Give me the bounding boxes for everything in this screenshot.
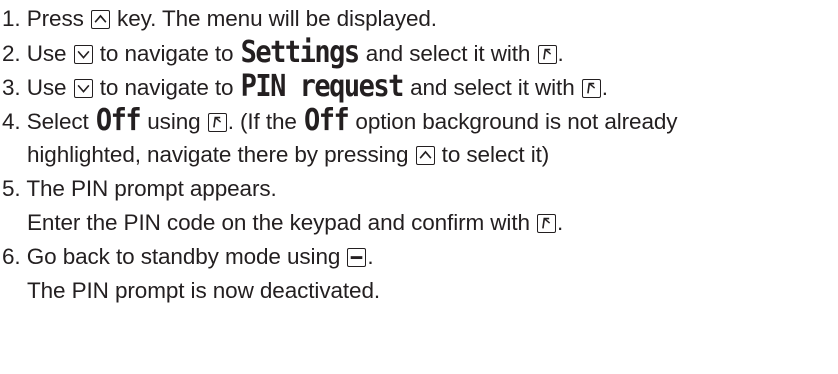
menu-item-label: Off bbox=[95, 103, 142, 138]
ok-select-key-icon bbox=[207, 113, 227, 132]
step-text: Enter the PIN code on the keypad and con… bbox=[27, 210, 537, 235]
step-text: highlighted, navigate there by pressing bbox=[27, 142, 415, 167]
step-1: 1. Press key. The menu will be displayed… bbox=[0, 2, 838, 36]
step-text: using bbox=[141, 109, 207, 134]
step-text: . bbox=[367, 244, 374, 269]
step-text: and select it with bbox=[403, 75, 581, 100]
step-text: to navigate to bbox=[93, 75, 240, 100]
step-4-continuation: highlighted, navigate there by pressing … bbox=[0, 138, 838, 172]
step-number: 6. bbox=[2, 244, 21, 269]
step-4: 4. Select Off using . (If the Off option… bbox=[0, 103, 838, 138]
step-number: 3. bbox=[2, 75, 21, 100]
step-6: 6. Go back to standby mode using . bbox=[0, 240, 838, 274]
step-text: Press bbox=[20, 6, 90, 31]
step-number: 2. bbox=[2, 41, 21, 66]
menu-item-label: Settings bbox=[240, 35, 361, 70]
step-text: Use bbox=[20, 41, 73, 66]
step-2: 2. Use to navigate to Settings and selec… bbox=[0, 35, 838, 70]
step-3: 3. Use to navigate to PIN request and se… bbox=[0, 69, 838, 104]
ok-select-key-icon bbox=[581, 79, 601, 98]
step-text: The PIN prompt is now deactivated. bbox=[27, 278, 381, 303]
ok-select-key-icon bbox=[537, 214, 557, 233]
instruction-document: 1. Press key. The menu will be displayed… bbox=[0, 0, 838, 374]
step-text: . bbox=[557, 210, 564, 235]
step-text: key. The menu will be displayed. bbox=[110, 6, 437, 31]
step-text: . bbox=[601, 75, 608, 100]
up-arrow-key-icon bbox=[415, 146, 435, 165]
step-number: 5. bbox=[2, 176, 21, 201]
step-5: 5. The PIN prompt appears. bbox=[0, 172, 838, 206]
step-text: and select it with bbox=[359, 41, 537, 66]
back-standby-key-icon bbox=[347, 248, 367, 267]
ok-select-key-icon bbox=[537, 45, 557, 64]
down-arrow-key-icon bbox=[73, 45, 93, 64]
step-text: The PIN prompt appears. bbox=[20, 176, 277, 201]
step-text: option background is not already bbox=[349, 109, 678, 134]
step-text: Select bbox=[20, 109, 95, 134]
up-arrow-key-icon bbox=[90, 10, 110, 29]
menu-item-label: Off bbox=[303, 103, 350, 138]
step-number: 1. bbox=[2, 6, 21, 31]
step-5-continuation: Enter the PIN code on the keypad and con… bbox=[0, 206, 838, 240]
menu-item-label: PIN request bbox=[240, 69, 405, 104]
step-6-continuation: The PIN prompt is now deactivated. bbox=[0, 274, 838, 308]
down-arrow-key-icon bbox=[73, 79, 93, 98]
step-number: 4. bbox=[2, 109, 21, 134]
step-text: Use bbox=[20, 75, 73, 100]
step-text: to navigate to bbox=[93, 41, 240, 66]
step-text: . (If the bbox=[227, 109, 303, 134]
step-text: to select it) bbox=[435, 142, 550, 167]
step-text: . bbox=[557, 41, 564, 66]
step-text: Go back to standby mode using bbox=[20, 244, 347, 269]
